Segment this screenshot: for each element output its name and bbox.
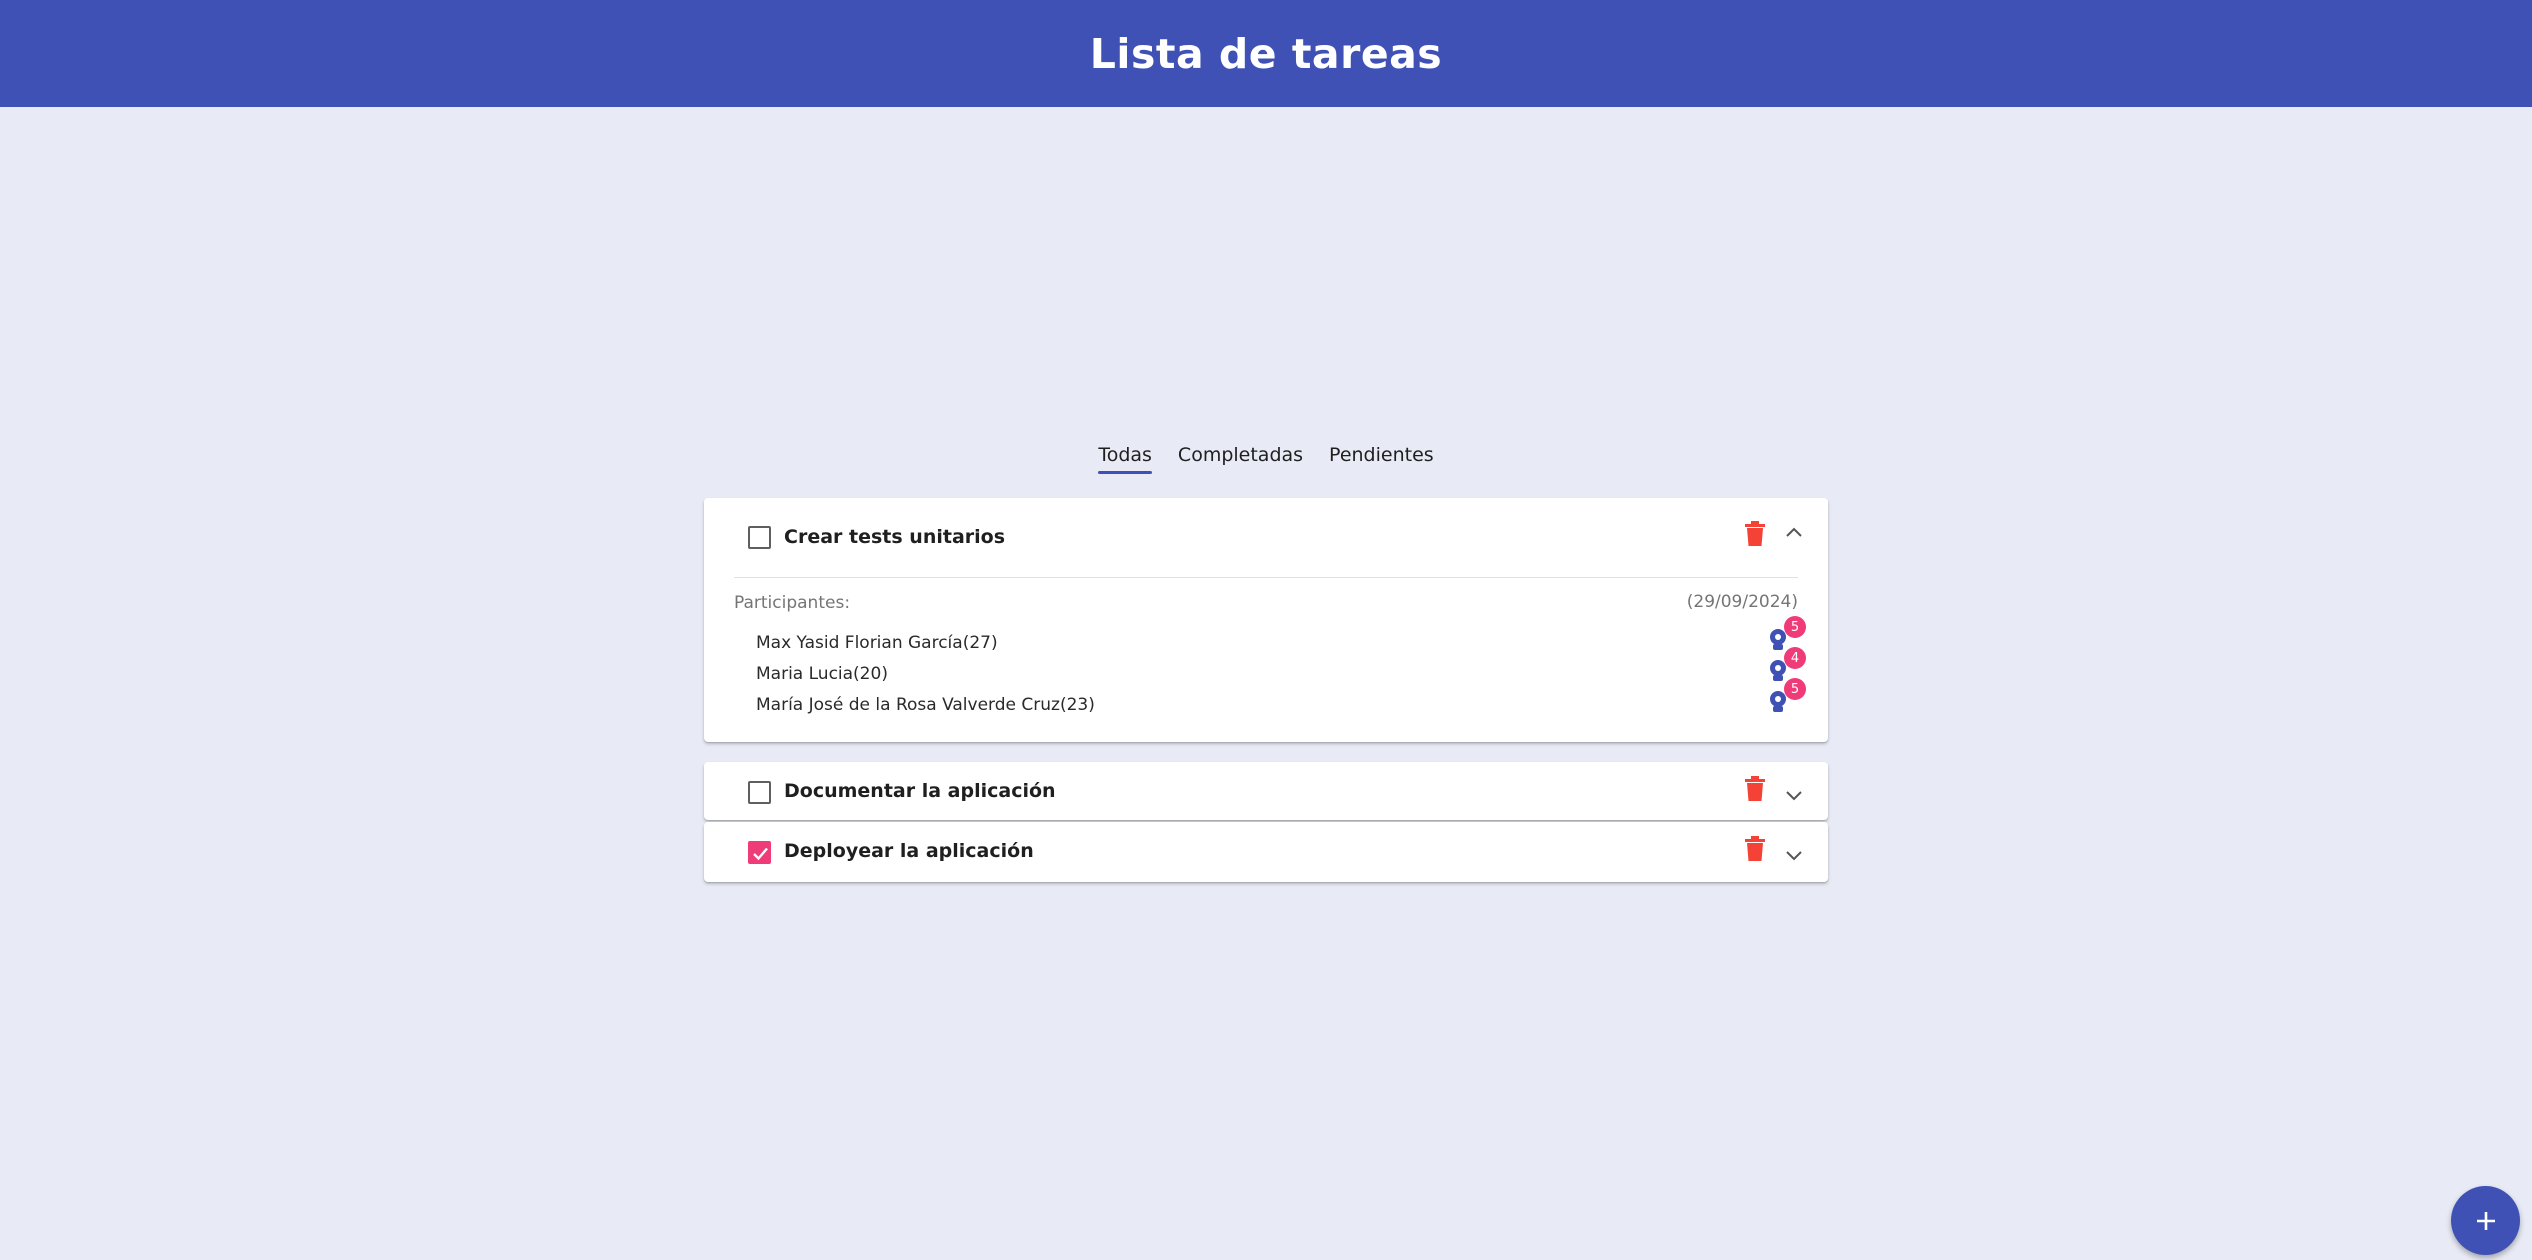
task-header[interactable]: Crear tests unitarios <box>704 498 1828 558</box>
skills-badge: 4 <box>1784 647 1806 669</box>
task-title: Documentar la aplicación <box>784 780 1056 802</box>
page-title: Lista de tareas <box>1089 29 1443 78</box>
trash-icon[interactable] <box>1744 776 1766 802</box>
check-icon <box>753 847 768 861</box>
add-task-button[interactable] <box>2451 1186 2520 1255</box>
task-header[interactable]: Documentar la aplicación <box>704 762 1828 820</box>
task-checkbox[interactable] <box>748 526 771 549</box>
tab-pendientes[interactable]: Pendientes <box>1327 444 1436 474</box>
task-card: Crear tests unitarios Participantes: (29… <box>704 498 1828 742</box>
filter-tabs: Todas Completadas Pendientes <box>0 444 2532 474</box>
task-title: Deployear la aplicación <box>784 840 1034 862</box>
task-header[interactable]: Deployear la aplicación <box>704 822 1828 882</box>
participant-name: Maria Lucia(20) <box>756 664 888 684</box>
chevron-up-icon[interactable] <box>1785 526 1803 538</box>
plus-icon <box>2476 1211 2495 1230</box>
task-checkbox[interactable] <box>748 781 771 804</box>
skills-badge: 5 <box>1784 678 1806 700</box>
task-card: Deployear la aplicación <box>704 822 1828 882</box>
tab-completadas[interactable]: Completadas <box>1176 444 1305 474</box>
divider <box>734 577 1798 578</box>
tab-todas[interactable]: Todas <box>1096 444 1154 474</box>
chevron-down-icon[interactable] <box>1785 789 1803 801</box>
due-date: (29/09/2024) <box>1686 592 1798 612</box>
trash-icon[interactable] <box>1744 521 1766 547</box>
participant-name: María José de la Rosa Valverde Cruz(23) <box>756 695 1095 715</box>
task-card: Documentar la aplicación <box>704 762 1828 820</box>
participant-name: Max Yasid Florian García(27) <box>756 633 998 653</box>
participants-label: Participantes: <box>734 593 851 613</box>
app-header: Lista de tareas <box>0 0 2532 107</box>
task-checkbox[interactable] <box>748 841 771 864</box>
chevron-down-icon[interactable] <box>1785 849 1803 861</box>
task-title: Crear tests unitarios <box>784 526 1006 548</box>
skills-badge: 5 <box>1784 616 1806 638</box>
trash-icon[interactable] <box>1744 836 1766 862</box>
